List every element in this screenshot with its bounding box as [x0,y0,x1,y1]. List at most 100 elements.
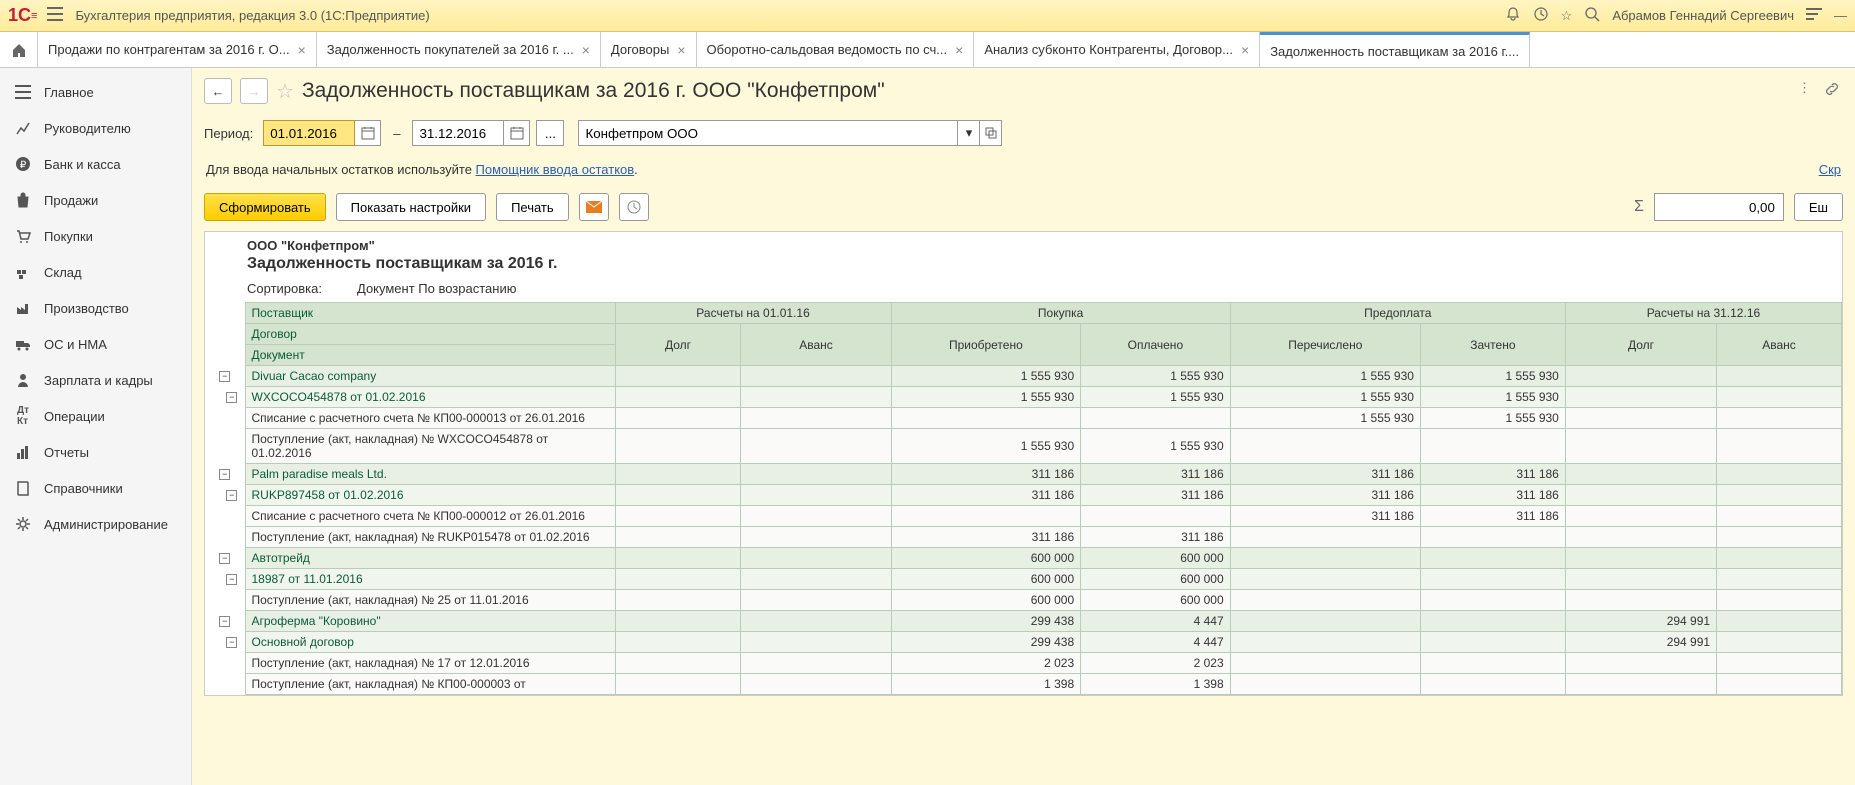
th-purchase: Покупка [891,303,1230,324]
home-tab[interactable] [0,32,38,67]
person-icon [14,371,32,389]
search-icon[interactable] [1584,6,1600,25]
favorite-star-icon[interactable]: ☆ [276,79,294,104]
nav-label: Продажи [44,193,98,208]
star-icon[interactable]: ☆ [1561,8,1573,24]
username[interactable]: Абрамов Геннадий Сергеевич [1612,8,1794,23]
collapse-icon[interactable]: − [219,469,230,480]
menu-icon[interactable] [47,7,63,24]
tab-0[interactable]: Продажи по контрагентам за 2016 г. О...× [38,32,317,67]
clock-button[interactable] [619,193,649,221]
collapse-icon[interactable]: − [226,392,237,403]
helper-link[interactable]: Помощник ввода остатков [476,162,635,177]
nav-cart[interactable]: Покупки [0,218,191,254]
th-debt-start: Долг [615,324,741,366]
nav-truck[interactable]: ОС и НМА [0,326,191,362]
date-from-input[interactable] [263,120,355,146]
bell-icon[interactable] [1505,6,1521,25]
settings-lines-icon[interactable] [1806,7,1822,24]
table-row[interactable]: −WXCOCO454878 от 01.02.20161 555 9301 55… [205,387,1842,408]
date-to-input[interactable] [412,120,504,146]
email-button[interactable] [579,193,609,221]
tab-close-icon[interactable]: × [677,42,685,58]
table-row[interactable]: −Агроферма "Коровино"299 4384 447294 991 [205,611,1842,632]
th-calc-start: Расчеты на 01.01.16 [615,303,891,324]
org-input[interactable] [578,120,958,146]
tab-5[interactable]: Задолженность поставщикам за 2016 г.... [1260,32,1530,67]
collapse-icon[interactable]: − [219,553,230,564]
link-icon[interactable] [1823,80,1841,101]
table-row[interactable]: −Divuar Cacao company1 555 9301 555 9301… [205,366,1842,387]
forward-button[interactable]: → [240,78,268,104]
tab-close-icon[interactable]: × [298,42,306,58]
org-open-button[interactable] [980,120,1002,146]
table-row[interactable]: Поступление (акт, накладная) № WXCOCO454… [205,429,1842,464]
tab-close-icon[interactable]: × [582,42,590,58]
nav-warehouse[interactable]: Склад [0,254,191,290]
tab-1[interactable]: Задолженность покупателей за 2016 г. ...… [317,32,601,67]
history-icon[interactable] [1533,6,1549,25]
nav-label: Покупки [44,229,93,244]
table-row[interactable]: Списание с расчетного счета № КП00-00001… [205,408,1842,429]
table-row[interactable]: −Автотрейд600 000600 000 [205,548,1842,569]
table-row[interactable]: −18987 от 11.01.2016600 000600 000 [205,569,1842,590]
nav-dtct[interactable]: ДтКтОперации [0,398,191,434]
org-dropdown-button[interactable]: ▾ [958,120,980,146]
tab-4[interactable]: Анализ субконто Контрагенты, Договор...× [974,32,1260,67]
table-row[interactable]: Списание с расчетного счета № КП00-00001… [205,506,1842,527]
print-button[interactable]: Печать [496,193,569,221]
tab-2[interactable]: Договоры× [601,32,697,67]
chart-icon [14,119,32,137]
table-row[interactable]: −Palm paradise meals Ltd.311 186311 1863… [205,464,1842,485]
factory-icon [14,299,32,317]
nav-label: Отчеты [44,445,89,460]
nav-menu[interactable]: Главное [0,74,191,110]
nav-label: Операции [44,409,105,424]
collapse-icon[interactable]: − [226,490,237,501]
period-picker-button[interactable]: ... [536,120,564,146]
table-row[interactable]: −RUKP897458 от 01.02.2016311 186311 1863… [205,485,1842,506]
th-prepay: Предоплата [1230,303,1565,324]
table-row[interactable]: Поступление (акт, накладная) № 25 от 11.… [205,590,1842,611]
content-area: ← → ☆ Задолженность поставщикам за 2016 … [192,68,1855,785]
form-button[interactable]: Сформировать [204,193,326,221]
table-row[interactable]: −Основной договор299 4384 447294 991 [205,632,1842,653]
more-button[interactable]: Еш [1794,193,1843,221]
th-paid: Оплачено [1081,324,1230,366]
sort-row: Сортировка: Документ По возрастанию [205,279,1842,302]
truck-icon [14,335,32,353]
svg-text:₽: ₽ [20,160,27,171]
more-icon[interactable]: ⋮ [1798,80,1811,96]
calendar-from-button[interactable] [355,120,381,146]
back-button[interactable]: ← [204,78,232,104]
table-row[interactable]: Поступление (акт, накладная) № 17 от 12.… [205,653,1842,674]
tab-close-icon[interactable]: × [955,42,963,58]
nav-bars[interactable]: Отчеты [0,434,191,470]
tab-close-icon[interactable]: × [1241,42,1249,58]
nav-factory[interactable]: Производство [0,290,191,326]
nav-bag[interactable]: Продажи [0,182,191,218]
nav-ruble[interactable]: ₽Банк и касса [0,146,191,182]
table-row[interactable]: Поступление (акт, накладная) № RUKP01547… [205,527,1842,548]
nav-chart[interactable]: Руководителю [0,110,191,146]
nav-book[interactable]: Справочники [0,470,191,506]
table-row[interactable]: Поступление (акт, накладная) № КП00-0000… [205,674,1842,695]
nav-label: Зарплата и кадры [44,373,153,388]
collapse-icon[interactable]: − [226,574,237,585]
nav-person[interactable]: Зарплата и кадры [0,362,191,398]
collapse-icon[interactable]: − [226,637,237,648]
nav-gear[interactable]: Администрирование [0,506,191,542]
th-supplier: Поставщик [245,303,615,324]
calendar-to-button[interactable] [504,120,530,146]
tab-3[interactable]: Оборотно-сальдовая ведомость по сч...× [697,32,975,67]
collapse-icon[interactable]: − [219,371,230,382]
show-settings-button[interactable]: Показать настройки [336,193,486,221]
minimize-icon[interactable]: — [1834,8,1847,23]
sum-input[interactable] [1654,193,1784,221]
hide-link[interactable]: Скр [1819,162,1841,177]
dash: – [393,126,400,141]
collapse-icon[interactable]: − [219,616,230,627]
date-from-group [263,120,381,146]
th-debt-end: Долг [1565,324,1716,366]
warehouse-icon [14,263,32,281]
